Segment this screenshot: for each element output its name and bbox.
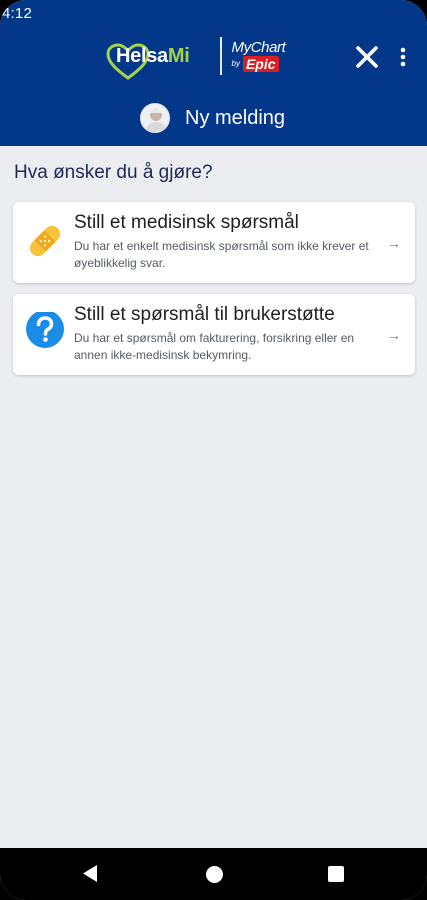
option-support-question[interactable]: Still et spørsmål til brukerstøtte Du ha… xyxy=(13,294,415,375)
option-title: Still et medisinsk spørsmål xyxy=(74,212,299,233)
page-title: Ny melding xyxy=(185,107,286,129)
bandage-icon xyxy=(29,225,61,257)
arrow-right-icon: → xyxy=(387,235,401,251)
recents-square-icon[interactable] xyxy=(328,866,344,882)
helsami-logo: HelsaMi xyxy=(106,42,190,80)
mychart-by: by xyxy=(231,59,240,68)
option-description: Du har et spørsmål om fakturering, forsi… xyxy=(74,331,355,362)
overflow-menu-button[interactable] xyxy=(396,44,410,70)
more-vertical-icon xyxy=(400,47,406,67)
close-button[interactable] xyxy=(354,44,380,70)
brand-logos: HelsaMi MyChart by Epic xyxy=(106,36,286,80)
user-avatar-icon xyxy=(141,104,169,132)
option-medical-question[interactable]: Still et medisinsk spørsmål Du har et en… xyxy=(13,202,415,283)
epic-wordmark: Epic xyxy=(242,56,279,72)
question-circle-icon xyxy=(26,312,64,348)
app-header: 4:12 HelsaMi MyChart by Epic Ny melding xyxy=(0,0,427,146)
system-navigation-bar xyxy=(0,848,427,900)
back-triangle-icon[interactable] xyxy=(82,864,98,883)
home-circle-icon[interactable] xyxy=(206,866,223,883)
phone-screen: 4:12 HelsaMi MyChart by Epic Ny melding … xyxy=(0,0,427,900)
status-time: 4:12 xyxy=(2,5,32,22)
brand-divider xyxy=(219,37,222,75)
option-title: Still et spørsmål til brukerstøtte xyxy=(74,304,335,325)
arrow-right-icon: → xyxy=(387,327,401,343)
avatar xyxy=(140,103,170,133)
close-icon xyxy=(356,46,378,68)
option-description: Du har et enkelt medisinsk spørsmål som … xyxy=(74,239,369,270)
helsami-wordmark: HelsaMi xyxy=(116,44,190,67)
mychart-wordmark: MyChart xyxy=(231,39,286,56)
mychart-logo: MyChart by Epic xyxy=(232,40,286,72)
question-heading: Hva ønsker du å gjøre? xyxy=(14,162,213,183)
